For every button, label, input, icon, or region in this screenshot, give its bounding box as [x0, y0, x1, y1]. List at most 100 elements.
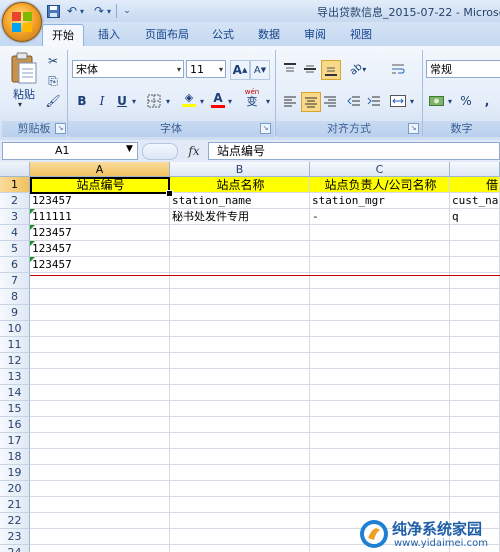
tab-formulas[interactable]: 公式 [206, 24, 240, 46]
row-header[interactable]: 5 [0, 241, 30, 257]
grid-cell[interactable] [30, 481, 170, 497]
grid-cell[interactable] [30, 353, 170, 369]
underline-button[interactable]: U [114, 92, 130, 110]
grid-cell[interactable] [30, 401, 170, 417]
decrease-indent-icon[interactable] [345, 92, 363, 110]
grid-cell[interactable] [170, 529, 310, 545]
grid-cell[interactable] [310, 337, 450, 353]
grid-cell[interactable] [170, 497, 310, 513]
grid-cell[interactable] [450, 289, 500, 305]
phonetic-dropdown-icon[interactable]: ▾ [264, 92, 272, 110]
grid-cell[interactable]: cust_na [450, 193, 500, 209]
select-all-corner[interactable] [0, 162, 30, 177]
grid-cell[interactable] [30, 513, 170, 529]
fill-color-dropdown-icon[interactable]: ▾ [198, 92, 206, 110]
alignment-launcher-icon[interactable]: ↘ [408, 123, 419, 134]
grid-cell[interactable]: 站点名称 [170, 177, 310, 193]
shrink-font-button[interactable]: A ▼ [250, 60, 270, 80]
borders-icon[interactable] [144, 92, 164, 110]
grid-cell[interactable] [310, 353, 450, 369]
row-header[interactable]: 17 [0, 433, 30, 449]
row-header[interactable]: 14 [0, 385, 30, 401]
fill-handle[interactable] [166, 190, 173, 197]
row-header[interactable]: 1 [0, 177, 30, 193]
tab-home[interactable]: 开始 [42, 24, 84, 47]
row-header[interactable]: 22 [0, 513, 30, 529]
grid-cell[interactable]: 123457 [30, 257, 170, 273]
font-name-combo[interactable]: 宋体 ▾ [72, 60, 184, 78]
format-painter-icon[interactable]: 🖌 [44, 92, 62, 110]
column-header-c[interactable]: C [310, 162, 450, 177]
name-box-dropdown-icon[interactable]: ▼ [126, 144, 133, 154]
grid-cell[interactable] [170, 385, 310, 401]
row-header[interactable]: 11 [0, 337, 30, 353]
grid-cell[interactable] [450, 337, 500, 353]
grid-cell[interactable] [310, 497, 450, 513]
grid-cell[interactable]: station_mgr [310, 193, 450, 209]
align-middle-icon[interactable] [301, 60, 319, 78]
grid-cell[interactable] [170, 225, 310, 241]
orientation-icon[interactable]: ab ▾ [345, 60, 371, 78]
error-indicator-icon[interactable] [30, 225, 35, 230]
office-button[interactable] [2, 2, 42, 42]
grid-cell[interactable] [170, 401, 310, 417]
wrap-text-icon[interactable] [388, 60, 408, 78]
row-header[interactable]: 2 [0, 193, 30, 209]
grid-cell[interactable]: - [310, 209, 450, 225]
grid-cell[interactable] [450, 385, 500, 401]
grid-cell[interactable] [30, 465, 170, 481]
align-left-icon[interactable] [281, 92, 299, 110]
clipboard-launcher-icon[interactable]: ↘ [55, 123, 66, 134]
row-header[interactable]: 15 [0, 401, 30, 417]
customize-qat-icon[interactable]: ⌄ [118, 3, 136, 19]
paste-icon[interactable] [8, 52, 38, 86]
row-header[interactable]: 13 [0, 369, 30, 385]
row-header[interactable]: 23 [0, 529, 30, 545]
align-right-icon[interactable] [321, 92, 339, 110]
grid-cell[interactable] [170, 449, 310, 465]
grid-cell[interactable] [310, 481, 450, 497]
grid-cell[interactable] [170, 289, 310, 305]
grid-cell[interactable] [450, 241, 500, 257]
grid-cell[interactable] [310, 289, 450, 305]
row-header[interactable]: 20 [0, 481, 30, 497]
column-header-d[interactable] [450, 162, 500, 177]
cut-icon[interactable]: ✂ [44, 52, 62, 70]
tab-view[interactable]: 视图 [344, 24, 378, 46]
row-header[interactable]: 12 [0, 353, 30, 369]
grid-cell[interactable] [450, 321, 500, 337]
grid-cell[interactable] [450, 369, 500, 385]
grid-cell[interactable] [450, 305, 500, 321]
font-color-icon[interactable]: A [210, 90, 226, 108]
accounting-dropdown-icon[interactable]: ▾ [446, 92, 454, 110]
grid-cell[interactable] [30, 449, 170, 465]
grid-cell[interactable] [170, 337, 310, 353]
row-header[interactable]: 18 [0, 449, 30, 465]
tab-insert[interactable]: 插入 [92, 24, 126, 46]
save-icon[interactable] [44, 3, 62, 19]
bold-button[interactable]: B [74, 92, 90, 110]
grow-font-button[interactable]: A ▲ [230, 60, 250, 80]
accounting-format-icon[interactable] [428, 92, 446, 110]
grid-cell[interactable] [30, 305, 170, 321]
error-indicator-icon[interactable] [30, 241, 35, 246]
worksheet-grid[interactable]: A B C 1 站点编号 站点名称 站点负责人/公司名称借 2 123457 station… [0, 162, 500, 552]
grid-cell[interactable] [450, 497, 500, 513]
align-bottom-icon[interactable] [321, 60, 341, 80]
grid-cell[interactable]: 123457 [30, 241, 170, 257]
grid-cell[interactable]: 111111 [30, 209, 170, 225]
grid-cell[interactable] [450, 417, 500, 433]
row-header[interactable]: 4 [0, 225, 30, 241]
row-header[interactable]: 3 [0, 209, 30, 225]
grid-cell[interactable] [310, 257, 450, 273]
insert-function-button[interactable]: fx [180, 142, 208, 160]
grid-cell[interactable] [310, 465, 450, 481]
name-box[interactable]: A1 [2, 142, 138, 160]
grid-cell[interactable] [450, 481, 500, 497]
grid-cell[interactable] [170, 545, 310, 552]
tab-review[interactable]: 审阅 [298, 24, 332, 46]
grid-cell[interactable] [450, 353, 500, 369]
grid-cell[interactable]: 123457 [30, 225, 170, 241]
grid-cell[interactable]: 站点负责人/公司名称 [310, 177, 450, 193]
grid-cell[interactable] [310, 385, 450, 401]
